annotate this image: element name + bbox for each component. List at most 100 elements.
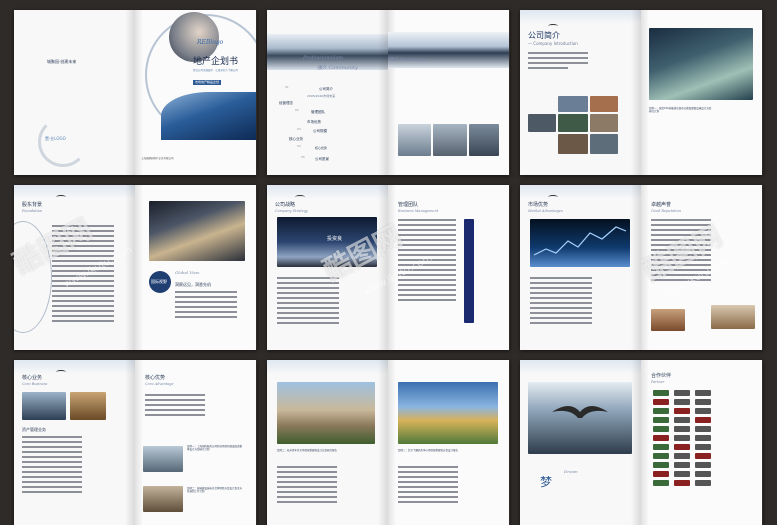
spread-core[interactable]: 核心业务 Core Business 资产管理业务 核心优势 Core Adva… bbox=[14, 360, 257, 525]
cases-left-caption: 案例二：杭州青年住宅项目规划建筑设计方案研究报告 bbox=[277, 449, 338, 452]
toc-number-4: 04 bbox=[297, 144, 301, 148]
global-view-tagline: 洞察远见，洞悉先机 bbox=[175, 282, 211, 287]
intro-building-image bbox=[649, 28, 753, 100]
partner-logo bbox=[674, 390, 690, 396]
core-photo-2 bbox=[70, 392, 106, 420]
core-right-page: 核心优势 Core Advantage 案例一：上海国际服务公司新址项目的落成改… bbox=[135, 360, 256, 525]
bird-icon bbox=[548, 24, 558, 28]
cover-subtitle: 置业公司全面展示 · 让更多的人了解公司 bbox=[193, 69, 238, 72]
toc-number-3: 03 bbox=[297, 127, 301, 131]
toc-item-1: 公司简介 bbox=[319, 87, 333, 91]
advantage-photo-1 bbox=[143, 446, 183, 472]
contents-heading-2: 强久 Community bbox=[317, 65, 358, 71]
cover-photo-circle bbox=[169, 12, 219, 62]
partner-logo bbox=[674, 480, 690, 486]
partner-logo bbox=[695, 435, 711, 441]
partner-logo bbox=[695, 444, 711, 450]
reputation-heading-en: Good Reputation bbox=[651, 209, 681, 213]
toc-item-4: 管理团队 bbox=[311, 110, 325, 114]
partner-logo bbox=[653, 426, 669, 432]
cover-city-image bbox=[161, 92, 256, 140]
cover-slogan: 城聚园·创建未来 bbox=[47, 59, 77, 64]
toc-number-2: 02 bbox=[295, 108, 299, 112]
toc-item-9: 公司愿景 bbox=[315, 157, 329, 161]
cases-right-caption: 案例三：北京飞翼商务中心项目规划建筑方案设计报告 bbox=[398, 449, 459, 452]
cover-band-label: 市场地产精品企划 bbox=[193, 80, 222, 86]
partner-logo bbox=[653, 444, 669, 450]
spread-market[interactable]: 市场优势 Market Advantages 卓越声誉 Good Reputat… bbox=[520, 185, 763, 350]
cases-right-text bbox=[398, 466, 458, 506]
toc-item-6: 公司规模 bbox=[313, 129, 327, 133]
spread-cases[interactable]: 案例二：杭州青年住宅项目规划建筑设计方案研究报告 案例三：北京飞翼商务中心项目规… bbox=[267, 360, 510, 525]
contents-right-heading: 精彩 Excellence bbox=[388, 57, 427, 63]
intro-heading: 公司简介 bbox=[528, 31, 560, 40]
partner-logo-grid bbox=[653, 390, 711, 486]
partner-logo bbox=[674, 435, 690, 441]
reputation-text-block bbox=[651, 219, 711, 284]
cover-script: REBlogo bbox=[197, 39, 224, 46]
partner-logo bbox=[674, 417, 690, 423]
partner-logo bbox=[653, 462, 669, 468]
partner-logo bbox=[674, 462, 690, 468]
contents-photo-1 bbox=[398, 124, 431, 156]
intro-photo-5 bbox=[590, 114, 618, 132]
spread-contents[interactable]: Professionalism 强久 Community 01 公司简介 200… bbox=[267, 10, 510, 175]
contents-right-page: 精彩 Excellence bbox=[388, 10, 509, 175]
cases-building-image bbox=[277, 382, 375, 444]
cover-logo-ring bbox=[38, 117, 88, 167]
strategy-text-block bbox=[277, 277, 339, 327]
bird-icon bbox=[56, 370, 66, 374]
market-left-page: 市场优势 Market Advantages bbox=[520, 185, 641, 350]
cover-logo-text: 置·业LOGO bbox=[45, 136, 66, 141]
intro-left-page: 公司简介 — Company Introduction bbox=[520, 10, 641, 175]
advantage-case-2: 案例二：城城建设城市综合体项目方案设计及全方位规划工作计划 bbox=[187, 487, 243, 493]
advantage-heading-en: Core Advantage bbox=[145, 382, 174, 386]
toc-number-5: 05 bbox=[301, 155, 305, 159]
cover-front-page: REBlogo 地产企划书 置业公司全面展示 · 让更多的人了解公司 市场地产精… bbox=[135, 10, 256, 175]
spread-development[interactable]: 股东背景 Foundation 国际视野 Global View 洞察远见，洞悉… bbox=[14, 185, 257, 350]
intro-headband bbox=[520, 10, 641, 24]
market-heading-en: Market Advantages bbox=[528, 209, 563, 213]
partners-left-page: Dream 梦 bbox=[520, 360, 641, 525]
partner-logo bbox=[695, 390, 711, 396]
development-right-text bbox=[175, 291, 237, 321]
cases-right-page: 案例三：北京飞翼商务中心项目规划建筑方案设计报告 bbox=[388, 360, 509, 525]
partner-logo bbox=[653, 480, 669, 486]
development-headband bbox=[14, 185, 135, 199]
spread-intro[interactable]: 公司简介 — Company Introduction 案例一：城北100米集团… bbox=[520, 10, 763, 175]
cases-headband bbox=[267, 360, 388, 374]
partner-logo bbox=[653, 390, 669, 396]
toc-item-2: 2005/2020市场未来 bbox=[307, 94, 336, 98]
advantage-case-1: 案例一：上海国际服务公司新址项目的落成改造整体设计方案研究计划 bbox=[187, 445, 243, 451]
market-heading: 市场优势 bbox=[528, 202, 549, 208]
advantage-heading: 核心优势 bbox=[145, 375, 166, 381]
partner-logo bbox=[674, 444, 690, 450]
toc-item-7: 核心业务 bbox=[289, 137, 303, 141]
reputation-photo-1 bbox=[651, 309, 685, 331]
bird-icon bbox=[295, 195, 305, 199]
management-heading-en: Business Management bbox=[398, 209, 439, 213]
spread-strategy[interactable]: 公司战略 Company Strategy 投资良 管理团队 Business … bbox=[267, 185, 510, 350]
strategy-left-page: 公司战略 Company Strategy 投资良 bbox=[267, 185, 388, 350]
toc-item-5: 市场优势 bbox=[307, 120, 321, 124]
core-headband bbox=[14, 360, 135, 374]
partners-heading: 合作伙伴 bbox=[651, 373, 672, 379]
intro-photo-4 bbox=[558, 114, 588, 132]
partner-logo bbox=[695, 426, 711, 432]
toc-number-1: 01 bbox=[285, 85, 289, 89]
contents-left-page: Professionalism 强久 Community 01 公司简介 200… bbox=[267, 10, 388, 175]
spread-cover[interactable]: 城聚园·创建未来 置·业LOGO REBlogo 地产企划书 置业公司全面展示 … bbox=[14, 10, 257, 175]
spread-partners[interactable]: Dream 梦 合作伙伴 Partner bbox=[520, 360, 763, 525]
partner-logo bbox=[674, 426, 690, 432]
bird-icon bbox=[548, 195, 558, 199]
dream-script: Dream bbox=[564, 469, 578, 474]
development-right-page: 国际视野 Global View 洞察远见，洞悉先机 bbox=[135, 185, 256, 350]
bird-icon bbox=[56, 195, 66, 199]
partner-logo bbox=[653, 417, 669, 423]
contents-heading-1: Professionalism bbox=[303, 55, 344, 61]
partner-logo bbox=[695, 408, 711, 414]
core-text-block bbox=[22, 436, 82, 496]
cover-title: 地产企划书 bbox=[193, 57, 239, 67]
partner-logo bbox=[695, 417, 711, 423]
core-heading-en: Core Business bbox=[22, 382, 48, 386]
